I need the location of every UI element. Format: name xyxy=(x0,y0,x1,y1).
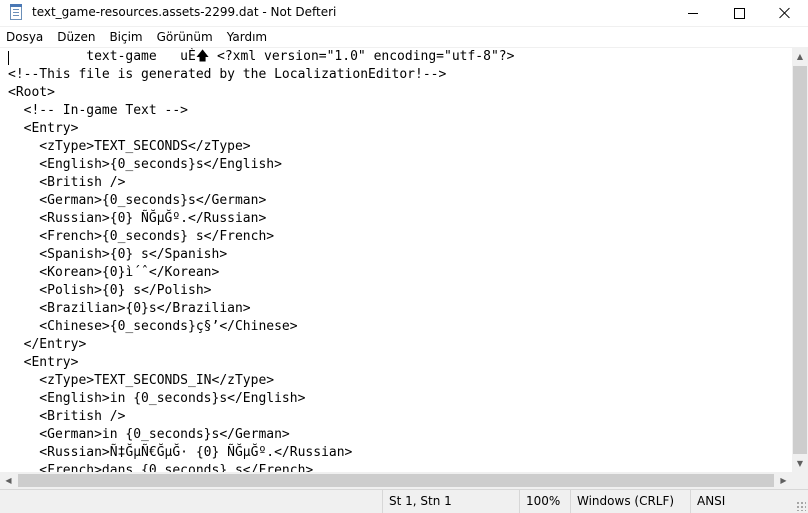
maximize-button[interactable] xyxy=(716,0,762,26)
resize-grip-icon[interactable] xyxy=(796,501,806,511)
editor-line: <Russian>{0} ÑĞµĞº.</Russian> xyxy=(8,211,267,226)
editor-line: <Chinese>{0_seconds}ç§’</Chinese> xyxy=(8,319,298,334)
menu-gorunum[interactable]: Görünüm xyxy=(150,27,220,47)
editor-line: <British /> xyxy=(8,175,126,190)
scroll-down-icon[interactable]: ▼ xyxy=(792,455,808,472)
editor-line: <Entry> xyxy=(8,121,79,136)
editor-line: <Brazilian>{0}s</Brazilian> xyxy=(8,301,251,316)
line-ending: Windows (CRLF) xyxy=(570,490,688,513)
editor-line: <!--This file is generated by the Locali… xyxy=(8,67,447,82)
scroll-left-icon[interactable]: ◀ xyxy=(0,472,17,489)
horizontal-scrollbar[interactable]: ◀ ▶ xyxy=(0,472,792,489)
vertical-scrollbar[interactable]: ▲ ▼ xyxy=(792,48,808,472)
text-editor[interactable]: text-game uÈ🡅 <?xml version="1.0" encodi… xyxy=(0,48,792,472)
vertical-scroll-thumb[interactable] xyxy=(793,66,807,454)
editor-line: <zType>TEXT_SECONDS</zType> xyxy=(8,139,251,154)
horizontal-scroll-thumb[interactable] xyxy=(18,474,774,487)
status-bar: St 1, Stn 1 100% Windows (CRLF) ANSI xyxy=(0,489,808,513)
maximize-icon xyxy=(733,7,745,19)
menu-bicim[interactable]: Biçim xyxy=(102,27,149,47)
zoom-level: 100% xyxy=(519,490,567,513)
editor-line: <Spanish>{0} s</Spanish> xyxy=(8,247,228,262)
scroll-up-icon[interactable]: ▲ xyxy=(792,48,808,65)
close-button[interactable] xyxy=(762,0,808,26)
close-icon xyxy=(779,7,791,19)
editor-line: </Entry> xyxy=(8,337,87,352)
editor-line: <Entry> xyxy=(8,355,79,370)
editor-content[interactable]: text-game uÈ🡅 <?xml version="1.0" encodi… xyxy=(0,48,792,472)
menu-dosya[interactable]: Dosya xyxy=(0,27,50,47)
editor-line: text-game uÈ🡅 <?xml version="1.0" encodi… xyxy=(8,49,515,64)
editor-line: <English>in {0_seconds}s</English> xyxy=(8,391,306,406)
cursor-position: St 1, Stn 1 xyxy=(382,490,516,513)
text-caret xyxy=(8,51,9,65)
menu-yardim[interactable]: Yardım xyxy=(220,27,274,47)
minimize-icon xyxy=(688,12,698,14)
minimize-button[interactable] xyxy=(670,0,716,26)
editor-line: <Russian>Ñ‡ĞµÑ€ĞµĞ· {0} ÑĞµĞº.</Russian> xyxy=(8,445,353,460)
editor-line: <German>{0_seconds}s</German> xyxy=(8,193,267,208)
scrollbar-corner xyxy=(792,472,808,489)
editor-line: <!-- In-game Text --> xyxy=(8,103,189,118)
editor-line: <English>{0_seconds}s</English> xyxy=(8,157,282,172)
editor-line: <Korean>{0}ì´ˆ</Korean> xyxy=(8,265,220,280)
editor-line: <British /> xyxy=(8,409,126,424)
title-bar[interactable]: text_game-resources.assets-2299.dat - No… xyxy=(0,0,808,27)
editor-line: <Polish>{0} s</Polish> xyxy=(8,283,212,298)
editor-line: <German>in {0_seconds}s</German> xyxy=(8,427,290,442)
menu-bar: Dosya Düzen Biçim Görünüm Yardım xyxy=(0,27,808,48)
editor-line: <French>dans {0_seconds} s</French> xyxy=(8,463,314,472)
editor-line: <Root> xyxy=(8,85,55,100)
window-title: text_game-resources.assets-2299.dat - No… xyxy=(32,5,337,19)
menu-duzen[interactable]: Düzen xyxy=(50,27,102,47)
notepad-icon xyxy=(10,4,22,20)
editor-line: <French>{0_seconds} s</French> xyxy=(8,229,275,244)
scroll-right-icon[interactable]: ▶ xyxy=(775,472,792,489)
editor-line: <zType>TEXT_SECONDS_IN</zType> xyxy=(8,373,275,388)
text-encoding: ANSI xyxy=(690,490,790,513)
